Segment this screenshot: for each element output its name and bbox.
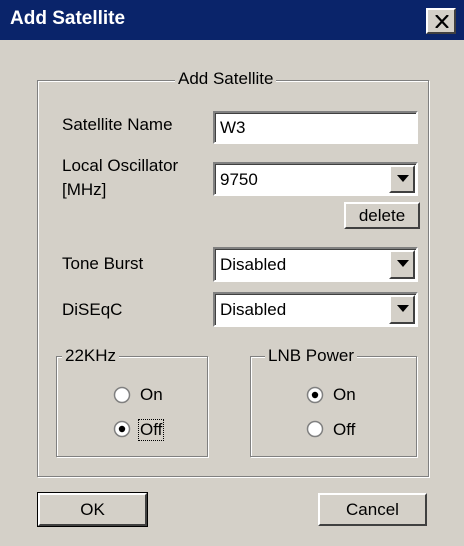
add-satellite-group-legend: Add Satellite — [175, 69, 277, 89]
chevron-down-icon — [397, 305, 409, 312]
diseqc-select[interactable]: Disabled — [213, 292, 418, 327]
local-oscillator-label: Local Oscillator — [62, 156, 179, 175]
khz22-off-radio[interactable] — [113, 420, 131, 438]
khz22-on-label[interactable]: On — [140, 385, 163, 405]
cancel-button[interactable]: Cancel — [318, 493, 427, 526]
diseqc-label: DiSEqC — [62, 300, 123, 319]
tone-burst-select[interactable]: Disabled — [213, 247, 418, 282]
ok-button[interactable]: OK — [37, 492, 148, 527]
lnb-power-on-radio[interactable] — [306, 386, 324, 404]
delete-button[interactable]: delete — [344, 202, 420, 229]
close-button[interactable] — [426, 8, 456, 34]
khz22-on-radio[interactable] — [113, 386, 131, 404]
close-icon — [435, 15, 449, 28]
diseqc-value: Disabled — [220, 300, 287, 319]
window-title: Add Satellite — [10, 8, 126, 29]
satellite-name-label: Satellite Name — [62, 115, 173, 134]
lnb-power-group-legend: LNB Power — [265, 346, 357, 366]
khz22-off-label[interactable]: Off — [138, 419, 165, 441]
khz22-group — [56, 356, 208, 457]
satellite-name-value: W3 — [220, 118, 246, 137]
local-oscillator-unit-label: [MHz] — [62, 180, 107, 199]
add-satellite-dialog: Add Satellite Add Satellite Satellite Na… — [0, 0, 464, 546]
satellite-name-input[interactable]: W3 — [213, 111, 418, 144]
tone-burst-value: Disabled — [220, 255, 287, 274]
tone-burst-label: Tone Burst — [62, 254, 144, 273]
title-bar[interactable]: Add Satellite — [0, 0, 464, 40]
chevron-down-icon — [397, 260, 409, 267]
local-oscillator-dropdown-button[interactable] — [389, 165, 415, 193]
cancel-button-label: Cancel — [346, 500, 399, 519]
diseqc-dropdown-button[interactable] — [389, 295, 415, 324]
local-oscillator-value: 9750 — [220, 170, 258, 189]
ok-button-label: OK — [80, 500, 105, 519]
delete-button-label: delete — [358, 206, 406, 225]
lnb-power-off-label[interactable]: Off — [333, 420, 355, 440]
lnb-power-group — [250, 356, 417, 457]
lnb-power-off-radio[interactable] — [306, 420, 324, 438]
local-oscillator-select[interactable]: 9750 — [213, 162, 418, 196]
tone-burst-dropdown-button[interactable] — [389, 250, 415, 279]
khz22-group-legend: 22KHz — [62, 346, 120, 366]
chevron-down-icon — [397, 175, 409, 182]
lnb-power-on-label[interactable]: On — [333, 385, 356, 405]
